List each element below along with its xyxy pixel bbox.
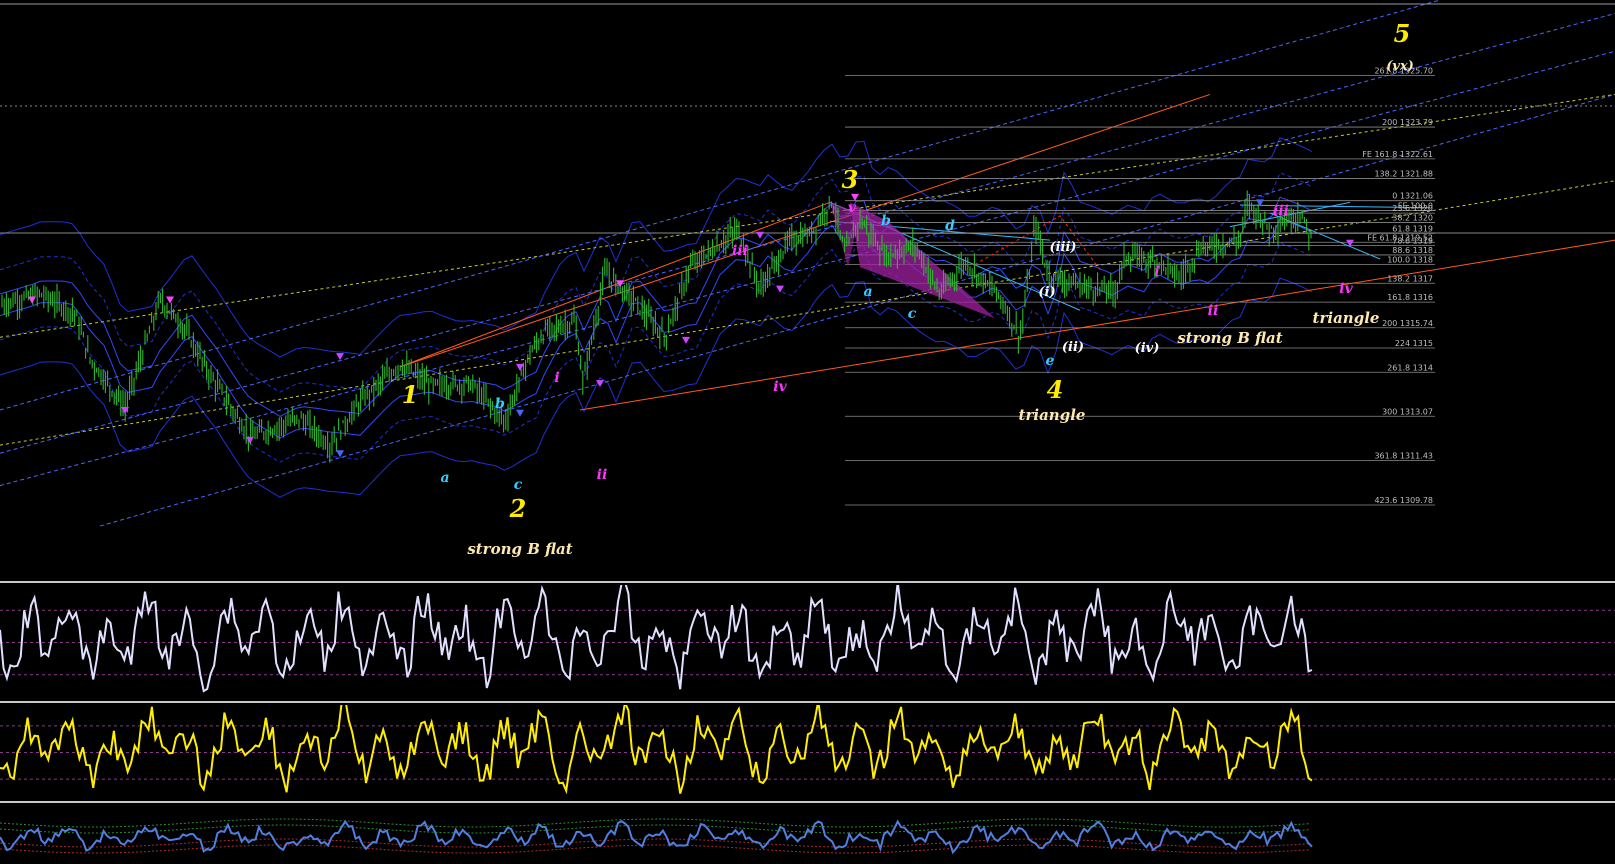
oscillator-panel-1[interactable] bbox=[0, 585, 1615, 700]
wave-arrow-marker bbox=[756, 231, 764, 239]
wave-labels: 12345(vx)iiiiviiiv iiiiiiivabcabcde(i)(ii… bbox=[402, 19, 1414, 558]
minor-wave-label: iii bbox=[732, 243, 748, 259]
fib-level-label: 361.8 1311.43 bbox=[1374, 451, 1433, 460]
minor-wave-label: i bbox=[1154, 264, 1159, 280]
oscillator-panel-2[interactable] bbox=[0, 705, 1615, 800]
wave-arrow-marker bbox=[682, 336, 690, 344]
fib-level-label: 138.2 1317 bbox=[1387, 274, 1433, 283]
minor-wave-label: iv bbox=[773, 379, 787, 395]
wave-arrow-marker bbox=[516, 363, 524, 371]
wave-arrow-marker bbox=[28, 296, 36, 304]
wave5-sub-label: (vx) bbox=[1386, 59, 1414, 74]
fib-level-label: 23.6 1320 bbox=[1392, 204, 1433, 213]
trend-line bbox=[0, 93, 1615, 338]
osc-band-line bbox=[0, 824, 1311, 834]
major-wave-label: 4 bbox=[1047, 375, 1064, 404]
cyan-wave-label: a bbox=[863, 284, 872, 300]
trend-channels bbox=[0, 0, 1615, 527]
minor-wave-label: iv bbox=[1339, 281, 1353, 297]
fib-level-label: 161.8 1316 bbox=[1387, 293, 1433, 302]
fib-level-label: 78.6 1319 bbox=[1392, 236, 1433, 245]
cyan-wave-label: e bbox=[1046, 353, 1055, 369]
price-bars bbox=[1, 190, 1312, 463]
major-wave-label: 2 bbox=[509, 494, 527, 523]
panel-separator[interactable] bbox=[0, 801, 1615, 803]
oscillator-line bbox=[0, 705, 1313, 795]
white-wave-label: (iv) bbox=[1135, 341, 1160, 356]
white-wave-label: (ii) bbox=[1062, 340, 1084, 355]
price-chart-panel[interactable]: 261.8 1325.70 200 1323.79 FE 161.8 1322.61… bbox=[0, 0, 1615, 580]
fib-level-label: 0 1321.06 bbox=[1392, 192, 1433, 201]
fib-level-label: 88.6 1318 bbox=[1392, 246, 1433, 255]
wave-arrow-marker bbox=[516, 409, 524, 417]
cyan-wave-label: c bbox=[908, 306, 917, 322]
white-wave-label: (i) bbox=[1038, 285, 1055, 300]
fib-level-label: 423.6 1309.78 bbox=[1374, 496, 1433, 505]
price-chart[interactable]: 261.8 1325.70200 1323.79FE 161.8 1322.61… bbox=[0, 0, 1615, 580]
wave-arrow-marker bbox=[336, 450, 344, 458]
oscillator-panel-3[interactable] bbox=[0, 805, 1615, 864]
major-wave-label: 3 bbox=[842, 165, 859, 194]
pattern-label: triangle bbox=[1019, 406, 1086, 424]
white-wave-label: (iii) bbox=[1049, 240, 1076, 255]
fib-level-label: FE 161.8 1322.61 bbox=[1362, 150, 1433, 159]
pattern-label: strong B flat bbox=[1177, 329, 1282, 347]
fib-level-label: 138.2 1321.88 bbox=[1374, 170, 1433, 179]
fib-level-label: 200 1323.79 bbox=[1382, 118, 1433, 127]
bollinger-bands bbox=[0, 137, 1313, 498]
major-wave-label: 5 bbox=[1394, 19, 1411, 48]
wave-arrow-marker bbox=[166, 296, 174, 304]
major-wave-label: 1 bbox=[402, 380, 419, 409]
oscillator-3 bbox=[0, 818, 1313, 855]
wave-arrow-marker bbox=[336, 353, 344, 361]
fib-level-label: 61.8 1319 bbox=[1392, 224, 1433, 233]
trend-line bbox=[0, 0, 1441, 411]
pattern-label: triangle bbox=[1313, 309, 1380, 327]
pattern-label: strong B flat bbox=[467, 540, 572, 558]
minor-wave-label: ii bbox=[597, 467, 608, 483]
cyan-wave-label: a bbox=[440, 470, 449, 486]
cyan-wave-label: b bbox=[495, 396, 505, 412]
panel-separator[interactable] bbox=[0, 581, 1615, 583]
cyan-wave-label: b bbox=[881, 213, 891, 229]
minor-wave-label: ii bbox=[1208, 303, 1219, 319]
osc-band-line bbox=[0, 818, 1311, 828]
oscillator-1 bbox=[0, 585, 1615, 693]
panel-separator[interactable] bbox=[0, 701, 1615, 703]
cyan-wave-label: c bbox=[514, 477, 523, 493]
oscillator-2 bbox=[0, 705, 1615, 795]
fib-level-label: 38.2 1320 bbox=[1392, 214, 1433, 223]
fib-level-label: 200 1315.74 bbox=[1382, 319, 1433, 328]
fib-level-label: 100.0 1318 bbox=[1387, 255, 1433, 264]
fib-level-label: 224 1315 bbox=[1395, 339, 1433, 348]
band-line bbox=[0, 277, 1313, 498]
minor-wave-label: v bbox=[848, 200, 857, 216]
minor-wave-label: iii bbox=[1273, 203, 1289, 219]
cyan-wave-label: d bbox=[945, 218, 955, 234]
harmonic-pattern-shape bbox=[850, 202, 995, 319]
fib-level-label: 261.8 1314 bbox=[1387, 363, 1433, 372]
fib-level-label: 300 1313.07 bbox=[1382, 407, 1433, 416]
band-line bbox=[0, 218, 1313, 439]
minor-wave-label: i bbox=[554, 370, 559, 386]
